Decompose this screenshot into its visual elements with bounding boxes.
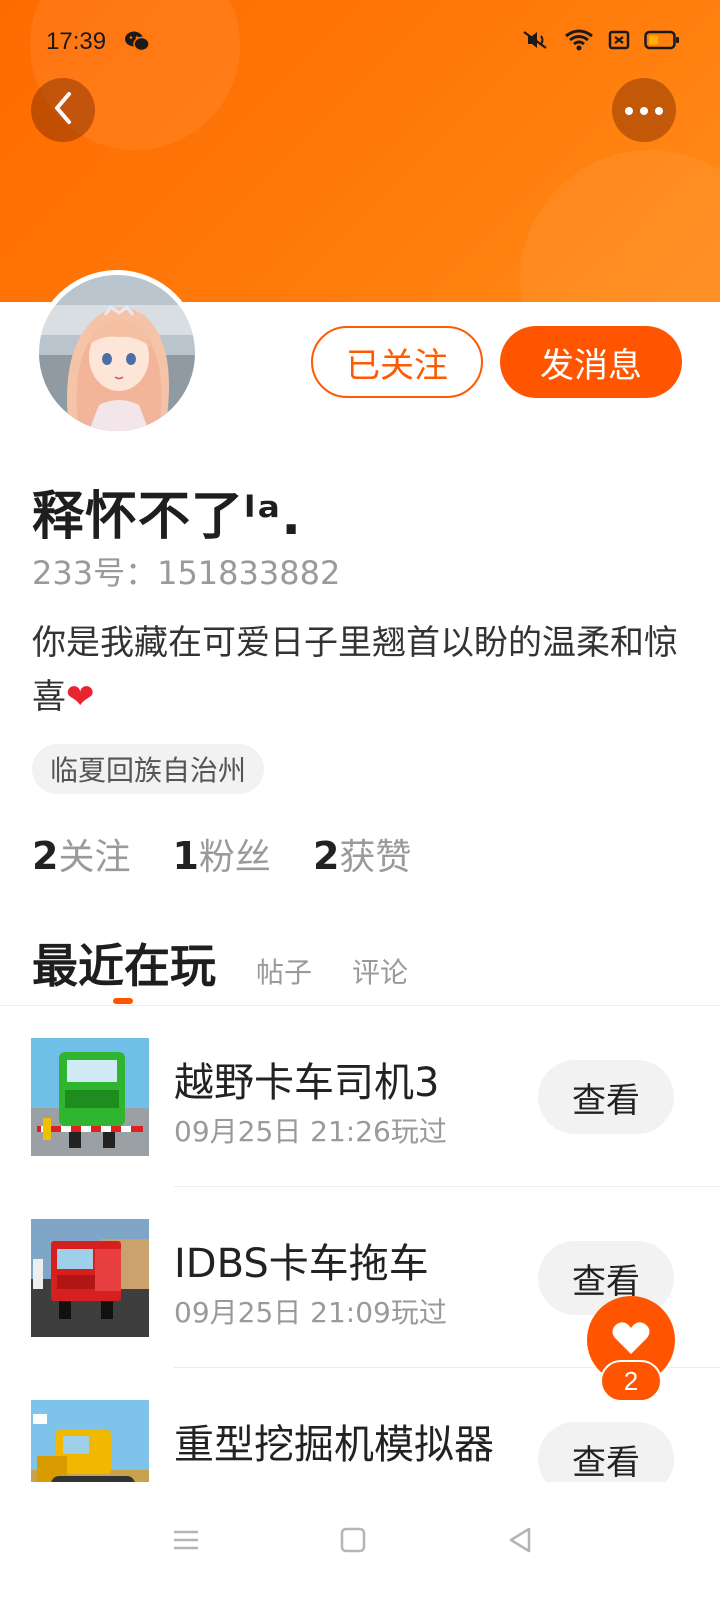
fans-count: 1 xyxy=(172,834,199,878)
followed-button[interactable]: 已关注 xyxy=(311,326,483,398)
list-item[interactable]: 越野卡车司机3 09月25日 21:26玩过 查看 xyxy=(0,1006,720,1187)
username: 释怀不了ˡᵃ. xyxy=(32,487,302,547)
bio-text: 你是我藏在可爱日子里翘首以盼的温柔和惊喜 xyxy=(32,623,678,717)
fans-stat[interactable]: 1粉丝 xyxy=(172,828,270,880)
tab-comments[interactable]: 评论 xyxy=(352,951,408,991)
home-square-icon[interactable] xyxy=(333,1520,373,1560)
like-count-badge: 2 xyxy=(600,1360,662,1402)
game-thumbnail xyxy=(31,1219,149,1337)
game-thumbnail xyxy=(31,1038,149,1156)
heart-emoji: ❤ xyxy=(66,677,95,717)
view-button[interactable]: 查看 xyxy=(538,1422,674,1482)
profile-stats: 2关注 1粉丝 2获赞 xyxy=(32,828,411,880)
menu-icon[interactable] xyxy=(166,1520,206,1560)
location-tag: 临夏回族自治州 xyxy=(32,744,265,794)
heart-icon xyxy=(611,1320,651,1360)
system-nav-bar xyxy=(0,1482,720,1600)
status-icons xyxy=(520,28,680,56)
avatar[interactable] xyxy=(34,270,200,436)
avatar-image xyxy=(39,275,195,431)
view-button[interactable]: 查看 xyxy=(538,1060,674,1134)
game-played-time: 09月25日 21:09玩过 xyxy=(174,1296,447,1329)
sim-icon xyxy=(608,29,630,55)
more-dots-icon xyxy=(624,101,664,120)
fans-label: 粉丝 xyxy=(198,837,271,878)
likes-label: 获赞 xyxy=(339,837,412,878)
game-thumbnail xyxy=(31,1400,149,1482)
likes-count: 2 xyxy=(312,834,340,878)
following-stat[interactable]: 2关注 xyxy=(32,828,130,880)
game-title: 越野卡车司机3 xyxy=(174,1060,440,1106)
likes-stat[interactable]: 2获赞 xyxy=(313,828,411,880)
tab-indicator xyxy=(113,998,133,1004)
game-title: 重型挖掘机模拟器 xyxy=(174,1422,494,1468)
profile-tabs: 最近在玩 帖子 评论 xyxy=(32,930,408,996)
game-played-time: 09月25日 21:26玩过 xyxy=(174,1115,447,1148)
back-triangle-icon[interactable] xyxy=(500,1520,540,1560)
following-label: 关注 xyxy=(58,837,131,878)
more-options-button[interactable] xyxy=(612,78,676,142)
status-time: 17:39 xyxy=(46,28,107,55)
wifi-icon xyxy=(564,28,594,56)
following-count: 2 xyxy=(32,834,59,878)
tab-posts[interactable]: 帖子 xyxy=(256,951,312,991)
recent-games-list: 越野卡车司机3 09月25日 21:26玩过 查看 IDBS卡车拖车 09月25… xyxy=(0,1006,720,1482)
back-button[interactable] xyxy=(31,78,95,142)
send-message-button[interactable]: 发消息 xyxy=(500,326,682,398)
status-bar: 17:39 xyxy=(0,0,720,86)
wechat-icon xyxy=(124,30,150,56)
user-id: 233号：151833882 xyxy=(32,554,341,592)
mute-icon xyxy=(520,28,550,56)
banner-decoration xyxy=(520,150,720,302)
game-title: IDBS卡车拖车 xyxy=(174,1241,429,1287)
battery-icon xyxy=(644,29,680,55)
chevron-left-icon xyxy=(49,90,77,130)
bio: 你是我藏在可爱日子里翘首以盼的温柔和惊喜❤ xyxy=(32,616,682,724)
tab-recently-played[interactable]: 最近在玩 xyxy=(32,930,216,996)
